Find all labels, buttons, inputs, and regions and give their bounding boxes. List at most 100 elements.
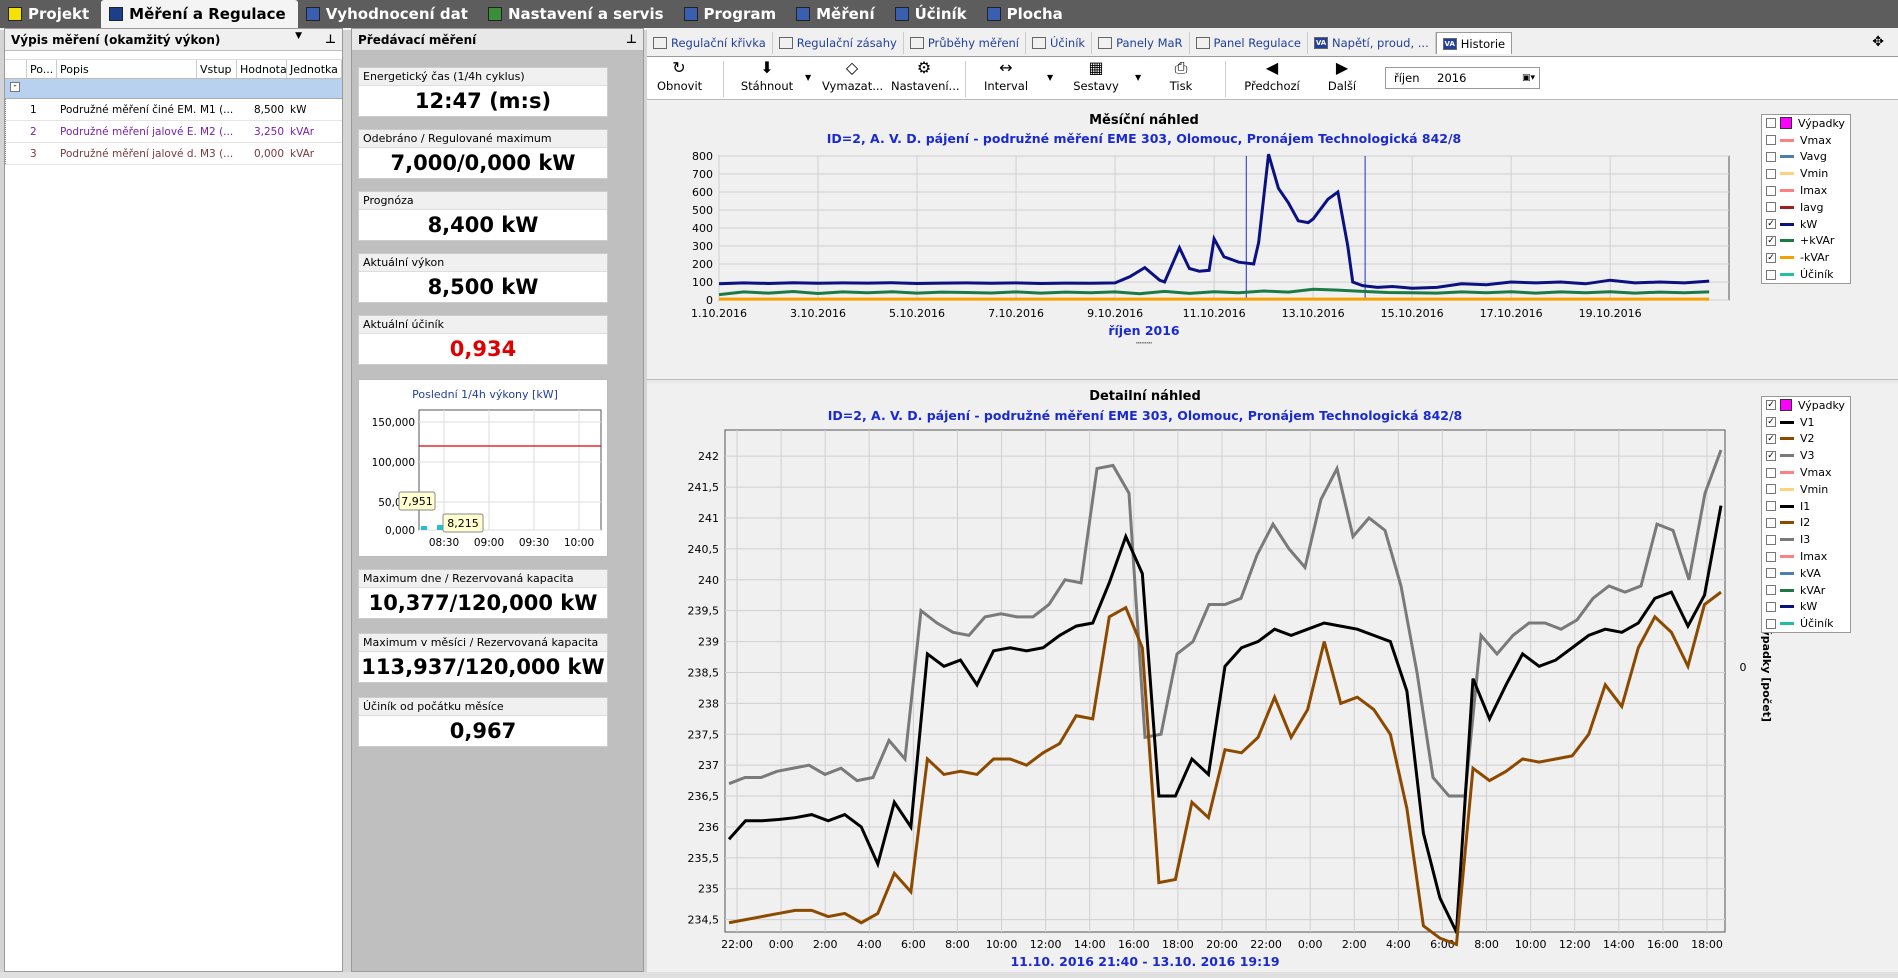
- checkbox-icon[interactable]: ✓: [1766, 450, 1776, 461]
- legend-item[interactable]: I3: [1762, 531, 1850, 548]
- legend-item[interactable]: Vmin: [1762, 165, 1850, 182]
- legend-item[interactable]: Účiník: [1762, 266, 1850, 283]
- checkbox-icon[interactable]: [1766, 118, 1776, 129]
- checkbox-icon[interactable]: [1766, 501, 1776, 512]
- column-header-unit[interactable]: Jednotka: [287, 60, 342, 78]
- sub-tab-6[interactable]: VA Napětí, proud, ...: [1308, 32, 1436, 54]
- checkbox-icon[interactable]: ✓: [1766, 433, 1776, 444]
- main-tab-2[interactable]: Vyhodnocení dat: [298, 0, 480, 28]
- table-row[interactable]: 3 Podružné měření jalové d... M3 (... 0,000…: [5, 143, 342, 165]
- legend-item[interactable]: I1: [1762, 498, 1850, 515]
- next-button[interactable]: ▶ Další: [1317, 59, 1367, 94]
- main-tab-1[interactable]: Měření a Regulace: [101, 0, 298, 28]
- checkbox-icon[interactable]: [1766, 135, 1776, 146]
- table-row[interactable]: 1 Podružné měření činé EM... M1 (... 8,500 k…: [5, 99, 342, 121]
- legend-item[interactable]: Účiník: [1762, 615, 1850, 632]
- mini-chart-bar: [421, 526, 427, 530]
- legend-item[interactable]: kVA: [1762, 565, 1850, 582]
- sub-tab-1[interactable]: Regulační zásahy: [773, 32, 904, 54]
- tools-icon: [487, 7, 502, 21]
- previous-button[interactable]: ◀ Předchozí: [1237, 59, 1307, 94]
- pin-icon[interactable]: ⊥: [626, 32, 637, 46]
- checkbox-icon[interactable]: [1766, 467, 1776, 478]
- calendar-dropdown-icon[interactable]: ▣▾: [1522, 68, 1535, 88]
- checkbox-icon[interactable]: ✓: [1766, 235, 1776, 246]
- month-picker[interactable]: říjen 2016 ▣▾: [1385, 67, 1540, 89]
- refresh-button[interactable]: ↻ Obnovit: [657, 59, 702, 94]
- legend-item[interactable]: ✓ V1: [1762, 414, 1850, 431]
- checkbox-icon[interactable]: [1766, 568, 1776, 579]
- legend-item[interactable]: I2: [1762, 515, 1850, 532]
- interval-icon: ↔: [999, 58, 1013, 77]
- pin-icon[interactable]: ⊥: [325, 32, 336, 46]
- print-button[interactable]: ⎙ Tisk: [1161, 59, 1201, 94]
- legend-item[interactable]: ✓ V2: [1762, 431, 1850, 448]
- main-tab-4[interactable]: Program: [676, 0, 789, 28]
- legend-item[interactable]: ✓ V3: [1762, 447, 1850, 464]
- legend-item[interactable]: Vmax: [1762, 132, 1850, 149]
- checkbox-icon[interactable]: ✓: [1766, 417, 1776, 428]
- sub-tab-5[interactable]: Panel Regulace: [1190, 32, 1309, 54]
- main-tab-0[interactable]: Projekt: [0, 0, 101, 28]
- legend-item[interactable]: Vavg: [1762, 149, 1850, 166]
- checkbox-icon[interactable]: [1766, 551, 1776, 562]
- checkbox-icon[interactable]: [1766, 517, 1776, 528]
- legend-item[interactable]: ✓ -kVAr: [1762, 249, 1850, 266]
- legend-item[interactable]: Vmax: [1762, 464, 1850, 481]
- checkbox-icon[interactable]: [1766, 202, 1776, 213]
- legend-item[interactable]: Vmin: [1762, 481, 1850, 498]
- chart-splitter[interactable]: [647, 379, 1898, 383]
- checkbox-icon[interactable]: ✓: [1766, 219, 1776, 230]
- settings-button[interactable]: ⚙ Nastavení...: [891, 59, 960, 94]
- x-tick-label: 14:00: [1603, 938, 1635, 951]
- sub-tab-3[interactable]: Účiník: [1026, 32, 1093, 54]
- checkbox-icon[interactable]: [1766, 601, 1776, 612]
- sub-tab-2[interactable]: Průběhy měření: [904, 32, 1026, 54]
- sub-tab-7[interactable]: VA Historie: [1435, 32, 1513, 54]
- legend-item[interactable]: kVAr: [1762, 582, 1850, 599]
- legend-item[interactable]: Výpadky: [1762, 115, 1850, 132]
- interval-dropdown-icon[interactable]: ▼: [1047, 73, 1053, 82]
- collapse-icon[interactable]: -: [10, 82, 20, 92]
- checkbox-icon[interactable]: [1766, 534, 1776, 545]
- main-tab-6[interactable]: Účiník: [887, 0, 979, 28]
- interval-button[interactable]: ↔ Interval: [981, 58, 1031, 94]
- checkbox-icon[interactable]: [1766, 185, 1776, 196]
- legend-item[interactable]: ✓ Výpadky: [1762, 397, 1850, 414]
- column-header-input[interactable]: Vstup: [197, 60, 237, 78]
- erase-button[interactable]: ◇ Vymazat...: [822, 59, 883, 94]
- move-icon[interactable]: ✥: [1872, 34, 1884, 50]
- column-header-desc[interactable]: Popis: [57, 60, 197, 78]
- main-tab-3[interactable]: Nastavení a servis: [480, 0, 676, 28]
- checkbox-icon[interactable]: [1766, 618, 1776, 629]
- legend-item[interactable]: ✓ +kVAr: [1762, 233, 1850, 250]
- dropdown-arrow-icon[interactable]: ▼: [295, 31, 302, 41]
- drag-handle-icon[interactable]: ┄┄┄: [1136, 339, 1153, 349]
- checkbox-icon[interactable]: [1766, 168, 1776, 179]
- legend-item[interactable]: Iavg: [1762, 199, 1850, 216]
- checkbox-icon[interactable]: ✓: [1766, 252, 1776, 263]
- reports-button[interactable]: ▦ Sestavy: [1071, 59, 1121, 94]
- main-tab-7[interactable]: Plocha: [979, 0, 1075, 28]
- legend-label: Účiník: [1800, 268, 1834, 282]
- main-tab-5[interactable]: Měření: [788, 0, 887, 28]
- checkbox-icon[interactable]: [1766, 484, 1776, 495]
- download-icon: ⬇: [760, 58, 774, 77]
- sub-tab-0[interactable]: Regulační křivka: [647, 32, 773, 54]
- legend-item[interactable]: ✓ kW: [1762, 216, 1850, 233]
- legend-item[interactable]: kW: [1762, 599, 1850, 616]
- sub-tab-4[interactable]: Panely MaR: [1092, 32, 1190, 54]
- checkbox-icon[interactable]: [1766, 585, 1776, 596]
- legend-item[interactable]: Imax: [1762, 548, 1850, 565]
- reports-dropdown-icon[interactable]: ▼: [1135, 73, 1141, 82]
- download-button[interactable]: ⬇ Stáhnout: [739, 58, 795, 94]
- checkbox-icon[interactable]: [1766, 151, 1776, 162]
- group-row[interactable]: -: [5, 79, 342, 99]
- download-dropdown-icon[interactable]: ▼: [805, 73, 811, 82]
- legend-item[interactable]: Imax: [1762, 182, 1850, 199]
- column-header-no[interactable]: Po...: [27, 60, 57, 78]
- table-row[interactable]: 2 Podružné měření jalové E... M2 (... 3,250…: [5, 121, 342, 143]
- checkbox-icon[interactable]: ✓: [1766, 400, 1776, 411]
- column-header-value[interactable]: Hodnota: [237, 60, 287, 78]
- checkbox-icon[interactable]: [1766, 269, 1776, 280]
